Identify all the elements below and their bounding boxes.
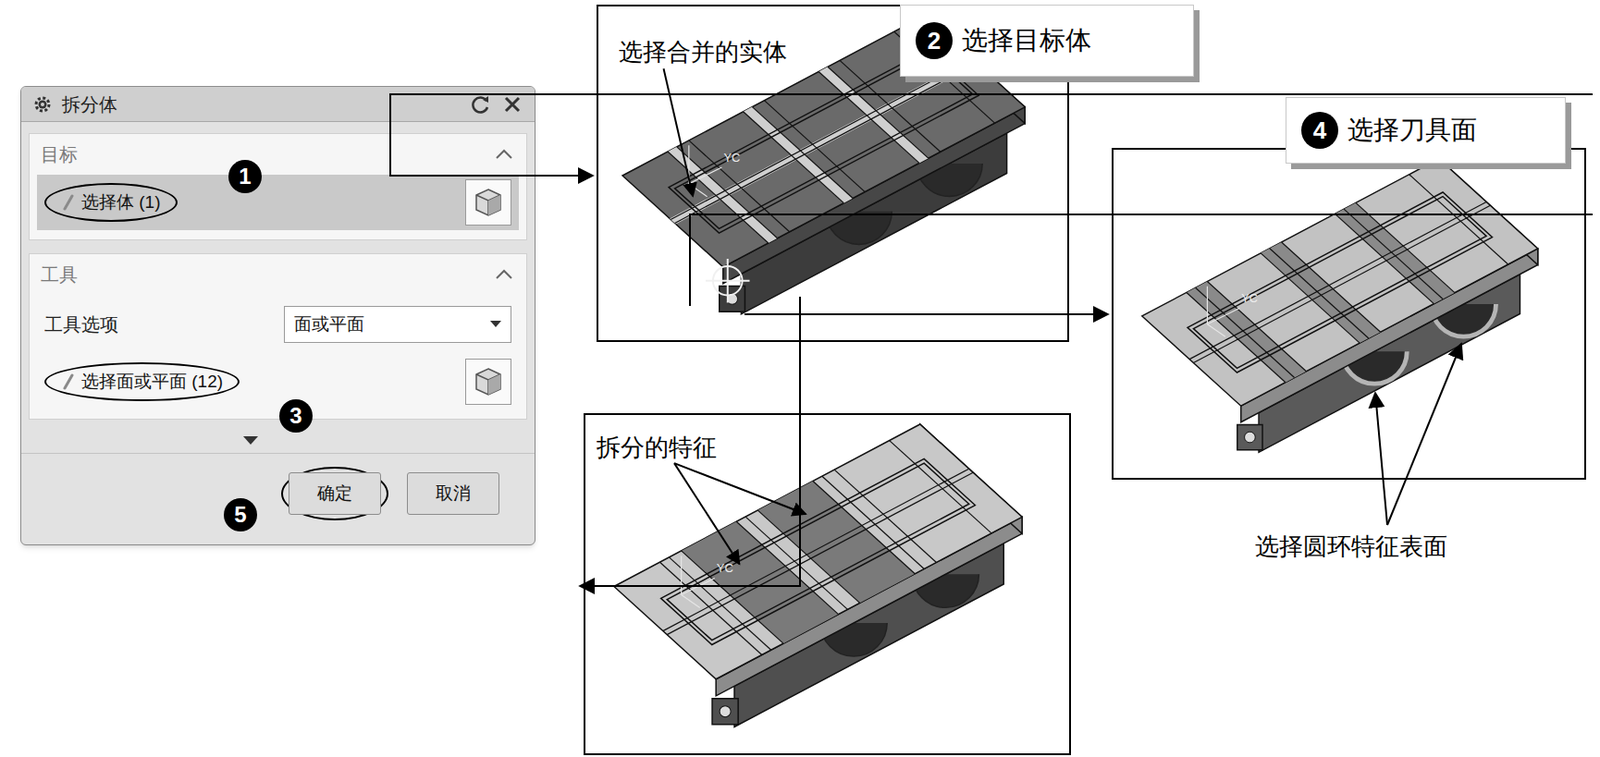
panel-caption: 选择合并的实体 (618, 34, 788, 71)
tool-option-dropdown[interactable]: 面或平面 (283, 306, 512, 344)
dropdown-arrow-icon (490, 320, 502, 329)
button-highlight: 取消 (399, 467, 507, 521)
step-badge: 3 (279, 399, 313, 433)
model-panel: YC 拆分的特征 (583, 413, 1071, 756)
step-number: 4 (1313, 118, 1327, 143)
selection-icon (61, 373, 76, 391)
chevron-icon[interactable] (492, 145, 516, 164)
axis-label: YC (716, 561, 734, 576)
dialog-title: 拆分体 (61, 95, 118, 114)
split-body-dialog: 拆分体目标选择体 (1) 工具工具选项 面或平面选择面或平面 (12) 确定 取消 (20, 86, 536, 546)
step-number: 3 (289, 405, 302, 428)
step-number: 2 (927, 28, 941, 53)
model-view[interactable]: YC (1113, 149, 1585, 479)
step-number: 1 (238, 165, 251, 188)
model-panel: YC (1111, 147, 1587, 480)
step-number: 5 (233, 504, 247, 527)
cube-icon (472, 366, 505, 398)
step-label: 选择刀具面 (1347, 110, 1477, 150)
step-badge: 2 (915, 22, 953, 60)
button-label: 确定 (317, 480, 353, 508)
select-body-button[interactable] (465, 358, 512, 406)
dialog-body: 目标选择体 (1) 工具工具选项 面或平面选择面或平面 (12) (21, 122, 535, 430)
dialog-button[interactable]: 取消 (406, 472, 500, 516)
selection-label[interactable]: 选择面或平面 (12) (44, 362, 240, 402)
step-badge: 1 (228, 160, 262, 194)
more-options-row (21, 429, 535, 455)
gear-icon (32, 94, 53, 115)
button-row: 确定 取消 (21, 454, 535, 534)
annotation-label: 选择圆环特征表面 (1255, 529, 1448, 566)
selection-text: 选择面或平面 (12) (81, 369, 223, 394)
section-title: 工具 (40, 261, 78, 288)
cube-icon (472, 186, 505, 219)
step-label: 选择目标体 (961, 21, 1092, 61)
dialog-section: 目标选择体 (1) (28, 133, 528, 241)
section-header[interactable]: 目标 (29, 134, 527, 175)
section-title: 目标 (40, 141, 78, 168)
step-callout: 2 选择目标体 (899, 4, 1194, 77)
step-badge: 4 (1301, 111, 1339, 149)
button-label: 取消 (435, 480, 471, 508)
title-bar: 拆分体 (21, 86, 535, 123)
section-header[interactable]: 工具 (29, 254, 527, 296)
axis-label: YC (723, 150, 740, 165)
step-callout: 4 选择刀具面 (1285, 97, 1566, 164)
option-label: 工具选项 (44, 310, 119, 339)
dropdown-value: 面或平面 (294, 311, 365, 339)
chevron-icon[interactable] (492, 265, 516, 284)
axis-label: YC (1241, 292, 1258, 306)
button-highlight: 确定 (281, 467, 389, 521)
figure-canvas: 拆分体目标选择体 (1) 工具工具选项 面或平面选择面或平面 (12) 确定 取消 YC 选… (0, 0, 1600, 757)
dialog-button[interactable]: 确定 (288, 472, 382, 516)
close-icon[interactable] (501, 93, 524, 116)
select-body-button[interactable] (465, 179, 512, 226)
reset-icon[interactable] (469, 93, 493, 116)
option-row: 工具选项 面或平面 (29, 295, 527, 355)
step-badge: 5 (223, 498, 258, 532)
expand-more-icon[interactable] (243, 436, 259, 446)
selection-label[interactable]: 选择体 (1) (44, 183, 178, 222)
selection-row[interactable]: 选择面或平面 (12) (36, 354, 519, 410)
selection-icon (61, 194, 76, 211)
dialog-section: 工具工具选项 面或平面选择面或平面 (12) (28, 253, 528, 420)
selection-text: 选择体 (1) (81, 190, 161, 215)
selection-row[interactable]: 选择体 (1) (36, 174, 519, 231)
model-view[interactable]: YC (585, 415, 1070, 754)
panel-caption: 拆分的特征 (596, 430, 717, 467)
